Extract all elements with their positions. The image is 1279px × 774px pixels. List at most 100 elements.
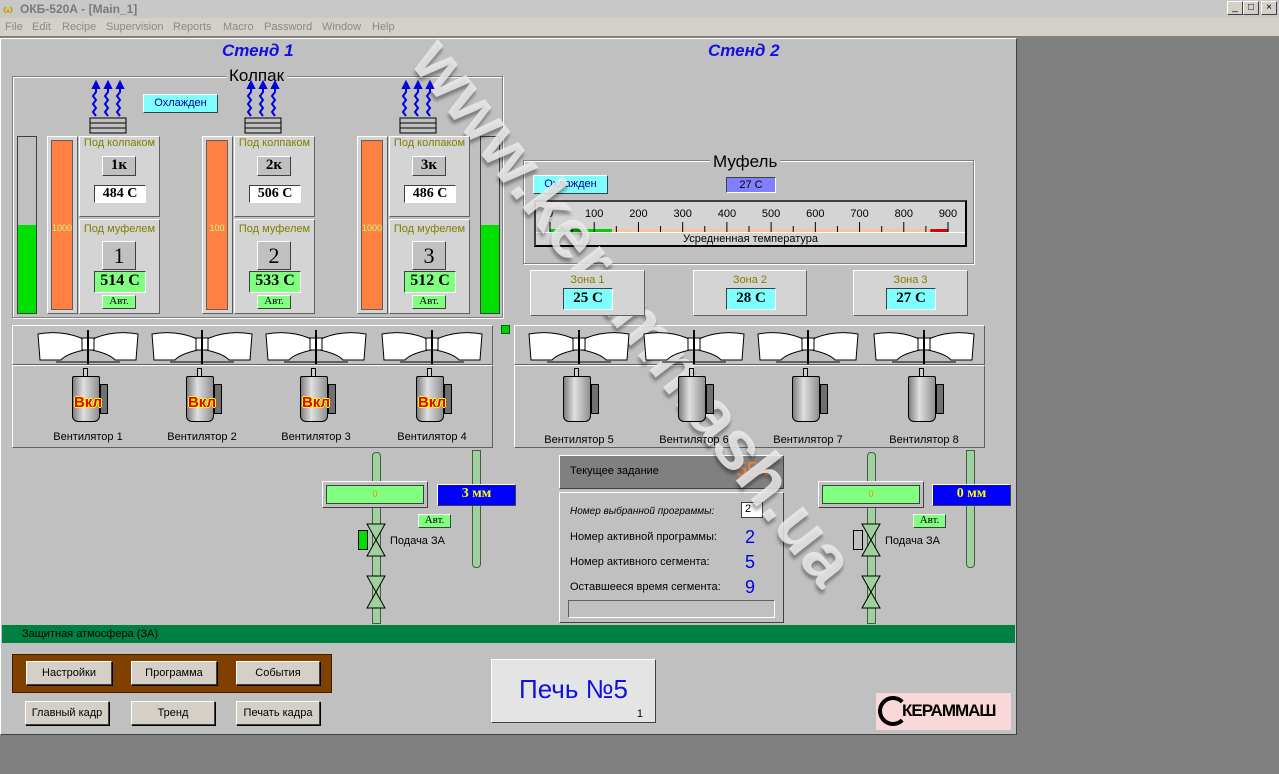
current-task-label: Текущее задание — [570, 465, 659, 477]
motor-icon[interactable]: Вкл — [68, 368, 108, 424]
menu-file[interactable]: File — [5, 20, 23, 35]
under-muffle-label: Под муфелем — [238, 223, 311, 235]
menu-reports[interactable]: Reports — [173, 20, 212, 35]
furnace-title: Печь №5 — [519, 674, 628, 704]
gas-mode-button[interactable]: Авт. — [418, 514, 451, 528]
position-value: 3 мм — [437, 484, 516, 506]
under-muffle-panel: Под муфелем 3 512 C Авт. — [389, 219, 470, 314]
menu-recipe[interactable]: Recipe — [62, 20, 96, 35]
heater-mode-button[interactable]: Авт. — [102, 295, 136, 309]
motor-icon[interactable] — [904, 368, 944, 424]
gas-valve-icon[interactable] — [860, 523, 882, 560]
scale-tick-label: 200 — [629, 208, 647, 220]
active-program-label: Номер активной программы: — [570, 531, 717, 543]
fan-blade-icon — [756, 328, 860, 364]
menu-edit[interactable]: Edit — [32, 20, 51, 35]
avg-temp: 27 C — [726, 177, 776, 193]
fan-blade-icon — [872, 328, 976, 364]
scale-tick-label: 800 — [895, 208, 913, 220]
motor-icon[interactable] — [559, 368, 599, 424]
fan-label: Вентилятор 1 — [53, 431, 123, 443]
segment-progress — [568, 600, 775, 618]
motor-icon[interactable] — [674, 368, 714, 424]
gas-valve-icon[interactable] — [365, 575, 387, 612]
under-bell-label: Под колпаком — [83, 137, 156, 149]
motor-icon[interactable]: Вкл — [182, 368, 222, 424]
maximize-button[interactable]: □ — [1243, 1, 1259, 15]
scale-graphic: 0 100 200 300 400 500 600 700 800 900 — [547, 208, 957, 232]
valve-actuator — [358, 530, 368, 550]
under-bell-panel: Под колпаком 1к 484 C — [79, 136, 160, 217]
heater-mode-button[interactable]: Авт. — [412, 295, 446, 309]
stand2-status: Охлажден — [533, 175, 608, 194]
close-button[interactable]: × — [1261, 1, 1277, 15]
motor-state: Вкл — [301, 394, 331, 411]
fan-blade-icon — [642, 328, 746, 364]
menu-help[interactable]: Help — [372, 20, 395, 35]
menu-supervision[interactable]: Supervision — [106, 20, 163, 35]
gas-valve-label: Подача ЗА — [885, 535, 940, 547]
active-segment-value: 5 — [745, 552, 756, 572]
motor-state: Вкл — [73, 394, 103, 411]
furnace-sub: 1 — [636, 708, 643, 720]
heater-id: 3к — [412, 156, 446, 176]
stand1-title: Стенд 1 — [222, 41, 294, 60]
scale-tick-label: 300 — [673, 208, 691, 220]
under-bell-panel: Под колпаком 2к 506 C — [234, 136, 315, 217]
gas-mode-button[interactable]: Авт. — [913, 514, 946, 528]
heater-mode-button[interactable]: Авт. — [257, 295, 291, 309]
scale-tick-label: 700 — [850, 208, 868, 220]
gas-flow-field[interactable]: 0 — [818, 481, 924, 508]
stand1-status: Охлажден — [143, 94, 218, 113]
gas-valve-icon[interactable] — [365, 523, 387, 560]
fan-label: Вентилятор 8 — [889, 434, 959, 446]
main-frame-button[interactable]: Главный кадр — [25, 701, 109, 725]
heater-power-frame: 1000 — [357, 136, 388, 314]
motor-state: Вкл — [187, 394, 217, 411]
motor-icon[interactable]: Вкл — [296, 368, 336, 424]
window-title: ОКБ-520А - [Main_1] — [20, 2, 138, 16]
gas-valve-icon[interactable] — [860, 575, 882, 612]
menu-macro[interactable]: Macro — [223, 20, 254, 35]
zone-temp: 28 C — [726, 288, 776, 310]
gas-valve-label: Подача ЗА — [390, 535, 445, 547]
level-bar-right — [480, 136, 500, 314]
current-task-panel: Текущее задание 554 — [559, 455, 784, 489]
heater-power-value: 1000 — [52, 223, 73, 233]
scale-tick-label: 900 — [939, 208, 957, 220]
app-icon: ω — [3, 2, 14, 16]
fan-blade-icon — [527, 328, 631, 364]
position-indicator — [472, 450, 481, 568]
fan-label: Вентилятор 5 — [544, 434, 614, 446]
under-bell-temp: 484 C — [94, 185, 146, 203]
fan-blade-icon — [36, 328, 140, 364]
selected-program-input[interactable]: 2 — [741, 502, 763, 518]
settings-button[interactable]: Настройки — [26, 661, 112, 685]
heater-power-bar: 1000 — [361, 140, 383, 310]
under-muffle-temp: 512 C — [404, 271, 456, 293]
heat-icon — [398, 79, 438, 137]
menu-password[interactable]: Password — [264, 20, 312, 35]
fan-label: Вентилятор 4 — [397, 431, 467, 443]
scale-tick-label: 0 — [547, 208, 553, 220]
company-logo: КЕРАММАШ — [876, 693, 1011, 730]
print-frame-button[interactable]: Печать кадра — [236, 701, 320, 725]
menu-window[interactable]: Window — [322, 20, 361, 35]
zone-label: Зона 3 — [893, 274, 928, 286]
status-bar: Защитная атмосфера (ЗА) — [2, 625, 1015, 643]
heater-power-frame: 100 — [202, 136, 233, 314]
gas-flow-field[interactable]: 0 — [322, 481, 428, 508]
motor-icon[interactable] — [788, 368, 828, 424]
program-button[interactable]: Программа — [131, 661, 217, 685]
zone-number: 2 — [257, 241, 291, 270]
trend-button[interactable]: Тренд — [131, 701, 215, 725]
under-bell-temp: 486 C — [404, 185, 456, 203]
stand2-title: Стенд 2 — [708, 41, 780, 60]
minimize-button[interactable]: _ — [1227, 1, 1243, 15]
zone-label: Зона 2 — [732, 274, 768, 286]
events-button[interactable]: События — [236, 661, 320, 685]
status-indicator — [501, 325, 510, 334]
motor-state: Вкл — [417, 394, 447, 411]
motor-icon[interactable]: Вкл — [412, 368, 452, 424]
zone-panel: Зона 2 28 C — [693, 270, 807, 316]
